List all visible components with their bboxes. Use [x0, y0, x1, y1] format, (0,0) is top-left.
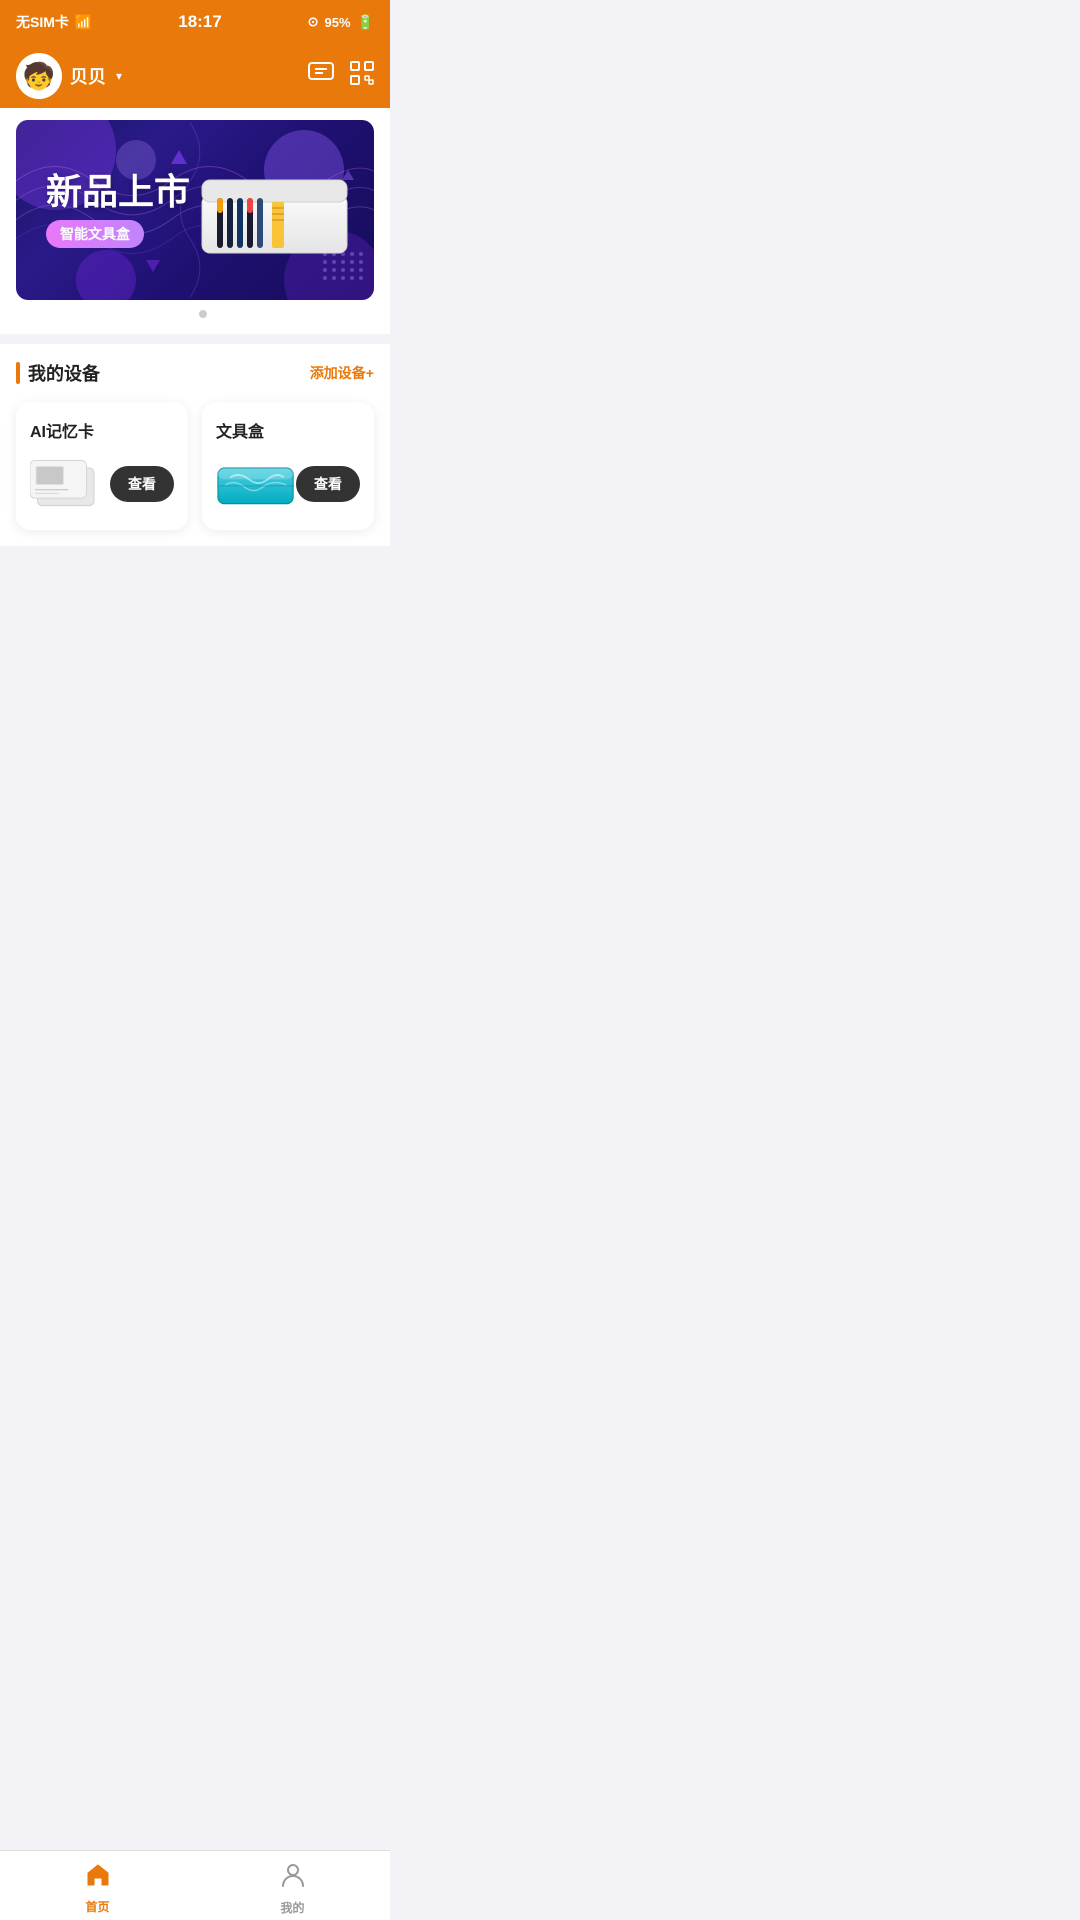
bottom-nav: 首页 我的 [0, 1850, 390, 1920]
section-title-bar [16, 362, 20, 384]
pencil-case-svg [197, 150, 352, 270]
home-icon [85, 1863, 111, 1894]
status-left: 无SIM卡 📶 [16, 12, 92, 32]
add-device-button[interactable]: 添加设备+ [310, 363, 374, 383]
devices-grid: AI记忆卡 查看 [16, 402, 374, 530]
nav-item-profile[interactable]: 我的 [195, 1856, 390, 1916]
ai-card-svg [30, 453, 110, 515]
header-left: 🧒 贝贝 ▾ [16, 53, 122, 99]
section-header: 我的设备 添加设备+ [16, 360, 374, 386]
status-right: ⊙ 95% 🔋 [308, 14, 374, 31]
device-card-bottom-ai: 查看 [30, 454, 174, 514]
message-icon[interactable] [308, 62, 334, 90]
device-card-pencilbox[interactable]: 文具盒 [202, 402, 374, 530]
device-card-ai[interactable]: AI记忆卡 查看 [16, 402, 188, 530]
profile-icon [281, 1862, 305, 1895]
device-name-pencilbox: 文具盒 [216, 418, 360, 442]
status-bar: 无SIM卡 📶 18:17 ⊙ 95% 🔋 [0, 0, 390, 44]
triangle-decor-1 [171, 150, 187, 164]
triangle-decor-2 [146, 260, 160, 272]
username-label[interactable]: 贝贝 [70, 63, 106, 89]
status-time: 18:17 [178, 12, 221, 32]
view-button-ai[interactable]: 查看 [110, 466, 174, 502]
signal-text: 无SIM卡 [16, 12, 69, 32]
section-title: 我的设备 [28, 360, 100, 386]
view-button-pencilbox[interactable]: 查看 [296, 466, 360, 502]
profile-label: 我的 [280, 1899, 304, 1916]
device-card-bottom-pencilbox: 查看 [216, 454, 360, 514]
lock-icon: ⊙ [308, 14, 319, 30]
banner-text-area: 新品上市 智能文具盒 [46, 172, 190, 248]
header-right [308, 61, 374, 91]
pencilbox-svg [216, 457, 296, 512]
separator-1 [0, 334, 390, 344]
scan-icon[interactable] [350, 61, 374, 91]
main-content-area [0, 546, 390, 946]
banner-product-image [194, 145, 354, 275]
header: 🧒 贝贝 ▾ [0, 44, 390, 108]
battery-icon: 🔋 [357, 14, 374, 31]
pencilbox-image [216, 454, 296, 514]
wifi-icon: 📶 [75, 14, 92, 31]
battery-text: 95% [325, 15, 351, 30]
avatar[interactable]: 🧒 [16, 53, 62, 99]
banner-dots [16, 310, 374, 318]
nav-item-home[interactable]: 首页 [0, 1857, 195, 1915]
banner-container: 新品上市 智能文具盒 [0, 108, 390, 334]
devices-section: 我的设备 添加设备+ AI记忆卡 [0, 344, 390, 546]
bottom-nav-spacer [0, 946, 390, 1016]
device-name-ai: AI记忆卡 [30, 418, 174, 442]
banner-dot-1[interactable] [183, 310, 191, 318]
banner-subtitle: 智能文具盒 [46, 220, 144, 248]
banner-dot-2[interactable] [199, 310, 207, 318]
user-dropdown-arrow[interactable]: ▾ [116, 69, 122, 83]
banner[interactable]: 新品上市 智能文具盒 [16, 120, 374, 300]
banner-title: 新品上市 [46, 172, 190, 212]
home-label: 首页 [85, 1898, 109, 1915]
ai-card-image [30, 454, 110, 514]
section-title-wrap: 我的设备 [16, 360, 100, 386]
